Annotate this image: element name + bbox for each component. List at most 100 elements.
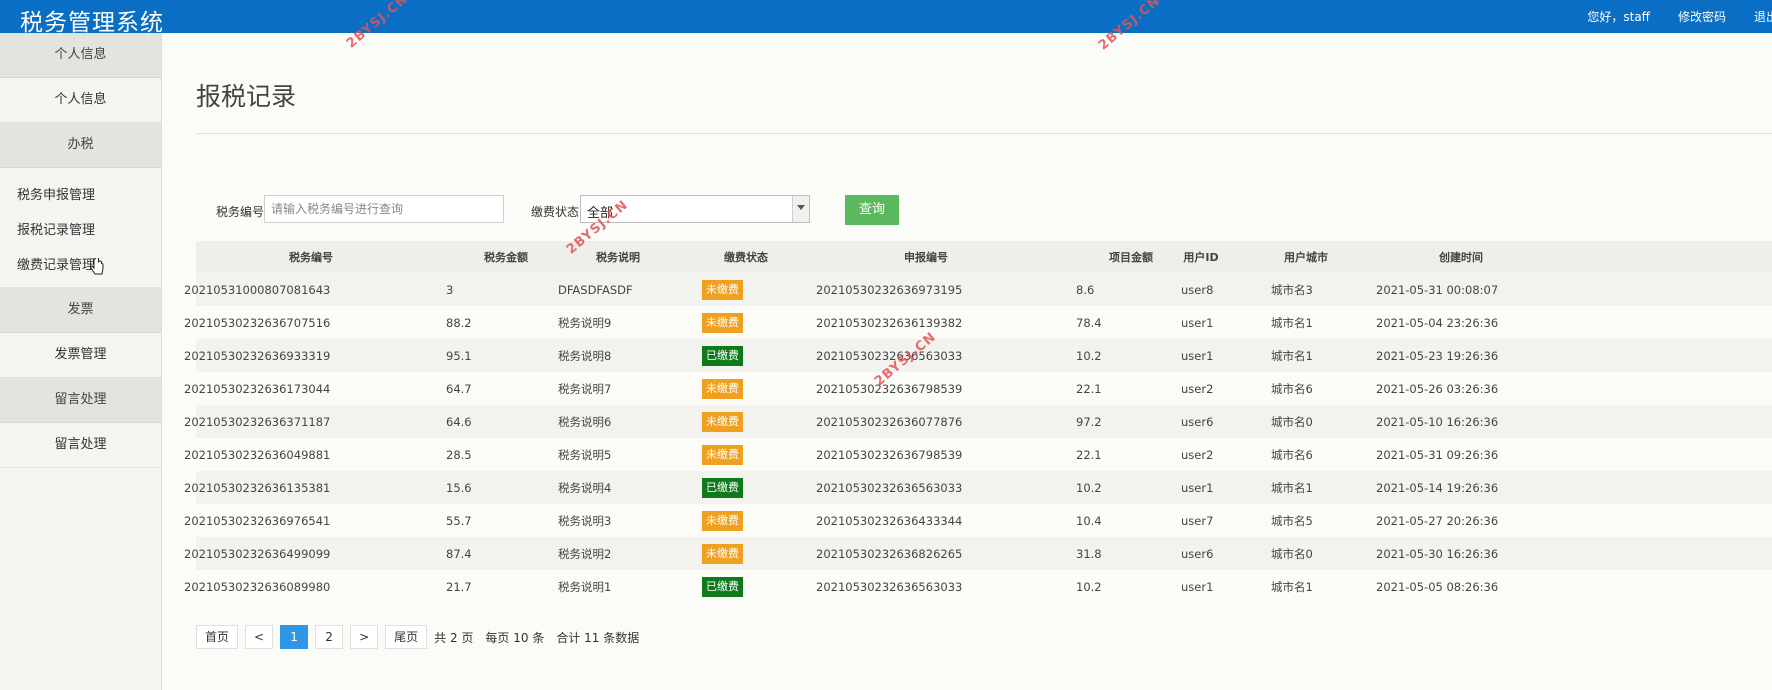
table-row[interactable]: 20210530232636135381 15.6 税务说明4 已缴费 20210530…: [184, 471, 1772, 504]
table-cell: 2021-05-05 08:26:36: [1376, 579, 1499, 594]
per-page-text: 每页 10 条: [485, 630, 545, 645]
table-cell: 20210530232636973195: [816, 282, 963, 297]
table-cell: 2021-05-31 00:08:07: [1376, 282, 1499, 297]
query-button[interactable]: 查询: [845, 195, 899, 225]
table-cell: 10.2: [1076, 348, 1102, 363]
table-cell: 20210530232636433344: [816, 513, 963, 528]
status-badge: 未缴费: [702, 312, 743, 333]
table-cell: 2021-05-31 09:26:36: [1376, 447, 1499, 462]
table-cell: 税务说明5: [558, 447, 612, 462]
table-cell: 2021-05-14 19:26:36: [1376, 480, 1499, 495]
table-cell: 城市名1: [1271, 348, 1313, 363]
table-cell: 78.4: [1076, 315, 1102, 330]
table-cell: 10.4: [1076, 513, 1102, 528]
table-cell: user6: [1181, 546, 1214, 561]
table-cell: 95.1: [446, 348, 472, 363]
sidebar-item-invoice[interactable]: 发票管理: [0, 333, 161, 378]
tax-no-label: 税务编号: [216, 205, 265, 219]
prev-page-button[interactable]: <: [245, 625, 274, 649]
sidebar-item-personal-info[interactable]: 个人信息: [0, 78, 161, 123]
table-cell: 未缴费: [702, 537, 743, 570]
table-row[interactable]: 20210530232636976541 55.7 税务说明3 未缴费 20210530…: [184, 504, 1772, 537]
table-cell: 20210530232636139382: [816, 315, 963, 330]
sidebar-item-payment-records[interactable]: 缴费记录管理: [0, 248, 161, 283]
table-cell: 税务说明3: [558, 513, 612, 528]
table-body: 20210531000807081643 3 DFASDFASDF 未缴费 202105…: [184, 273, 1772, 603]
search-bar: 税务编号 缴费状态 全部 查询: [196, 195, 1772, 225]
page-2-button[interactable]: 2: [315, 625, 344, 649]
last-page-button[interactable]: 尾页: [385, 625, 428, 649]
table-cell: 未缴费: [702, 504, 743, 537]
page-1-button[interactable]: 1: [280, 625, 309, 649]
column-header: 用户城市: [1284, 251, 1328, 264]
table-row[interactable]: 20210530232636049881 28.5 税务说明5 未缴费 20210530…: [184, 438, 1772, 471]
table-cell: 20210530232636077876: [816, 414, 963, 429]
status-badge: 未缴费: [702, 279, 743, 300]
table-row[interactable]: 20210530232636173044 64.7 税务说明7 未缴费 20210530…: [184, 372, 1772, 405]
table-cell: 已缴费: [702, 339, 743, 372]
hand-cursor-icon: [90, 258, 104, 275]
sidebar: 个人信息 个人信息 办税 税务申报管理 报税记录管理 缴费记录管理 发票 发票管…: [0, 33, 162, 690]
sidebar-item-messages[interactable]: 留言处理: [0, 423, 161, 468]
pagination: 首页 < 1 2 > 尾页 共 2 页 每页 10 条 合计 11 条数据: [196, 624, 651, 650]
table-cell: 已缴费: [702, 471, 743, 504]
sidebar-item-tax-records[interactable]: 报税记录管理: [0, 213, 161, 248]
table-cell: 城市名3: [1271, 282, 1313, 297]
status-badge: 已缴费: [702, 477, 743, 498]
table-row[interactable]: 20210530232636499099 87.4 税务说明2 未缴费 20210530…: [184, 537, 1772, 570]
table-cell: 2021-05-04 23:26:36: [1376, 315, 1499, 330]
table-cell: user1: [1181, 348, 1214, 363]
sidebar-section-messages[interactable]: 留言处理: [0, 378, 161, 423]
table-cell: 已缴费: [702, 570, 743, 603]
table-cell: 税务说明2: [558, 546, 612, 561]
table-cell: 20210530232636173044: [184, 381, 331, 396]
main-content: 报税记录 税务编号 缴费状态 全部 查询 税务编号税务金额税务说明缴费状态申报编…: [184, 33, 1772, 690]
logout-link[interactable]: 退出: [1754, 8, 1772, 25]
table-cell: 城市名1: [1271, 315, 1313, 330]
table-cell: 21.7: [446, 579, 472, 594]
table-cell: 城市名0: [1271, 414, 1313, 429]
tax-no-search-input[interactable]: [264, 195, 504, 223]
first-page-button[interactable]: 首页: [196, 625, 239, 649]
sidebar-section-tax[interactable]: 办税: [0, 123, 161, 168]
table-row[interactable]: 20210530232636371187 64.6 税务说明6 未缴费 20210530…: [184, 405, 1772, 438]
table-cell: 22.1: [1076, 447, 1102, 462]
table-cell: 8.6: [1076, 282, 1095, 297]
table-cell: user1: [1181, 579, 1214, 594]
table-cell: 未缴费: [702, 438, 743, 471]
table-cell: 31.8: [1076, 546, 1102, 561]
change-password-link[interactable]: 修改密码: [1678, 8, 1726, 25]
table-row[interactable]: 20210531000807081643 3 DFASDFASDF 未缴费 202105…: [184, 273, 1772, 306]
table-cell: 28.5: [446, 447, 472, 462]
table-cell: 87.4: [446, 546, 472, 561]
table-row[interactable]: 20210530232636707516 88.2 税务说明9 未缴费 20210530…: [184, 306, 1772, 339]
table-cell: user1: [1181, 480, 1214, 495]
table-cell: 2021-05-10 16:26:36: [1376, 414, 1499, 429]
column-header: 税务金额: [484, 251, 528, 264]
table-cell: 2021-05-30 16:26:36: [1376, 546, 1499, 561]
sidebar-section-personal[interactable]: 个人信息: [0, 33, 161, 78]
table-cell: 20210530232636049881: [184, 447, 331, 462]
sidebar-section-invoice[interactable]: 发票: [0, 288, 161, 333]
table-cell: 城市名5: [1271, 513, 1313, 528]
chevron-down-icon[interactable]: [792, 196, 809, 222]
table-cell: 20210530232636135381: [184, 480, 331, 495]
table-row[interactable]: 20210530232636933319 95.1 税务说明8 已缴费 20210530…: [184, 339, 1772, 372]
status-label: 缴费状态: [531, 205, 580, 219]
next-page-button[interactable]: >: [350, 625, 379, 649]
table-cell: 55.7: [446, 513, 472, 528]
table-cell: 城市名1: [1271, 579, 1313, 594]
table-cell: 20210530232636933319: [184, 348, 331, 363]
table-cell: DFASDFASDF: [558, 282, 633, 297]
table-row[interactable]: 20210530232636089980 21.7 税务说明1 已缴费 20210530…: [184, 570, 1772, 603]
table-cell: 2021-05-27 20:26:36: [1376, 513, 1499, 528]
table-cell: 城市名6: [1271, 447, 1313, 462]
table-cell: 税务说明7: [558, 381, 612, 396]
status-badge: 未缴费: [702, 510, 743, 531]
records-table: 税务编号 税务金额 税务说明 缴费状态 申报编号 项目金额 用户ID 用户城市 创建时间 202…: [184, 241, 1772, 603]
status-badge: 已缴费: [702, 576, 743, 597]
total-pages-text: 共 2 页: [434, 630, 474, 645]
table-cell: 税务说明8: [558, 348, 612, 363]
sidebar-item-tax-declaration[interactable]: 税务申报管理: [0, 178, 161, 213]
table-cell: 88.2: [446, 315, 472, 330]
